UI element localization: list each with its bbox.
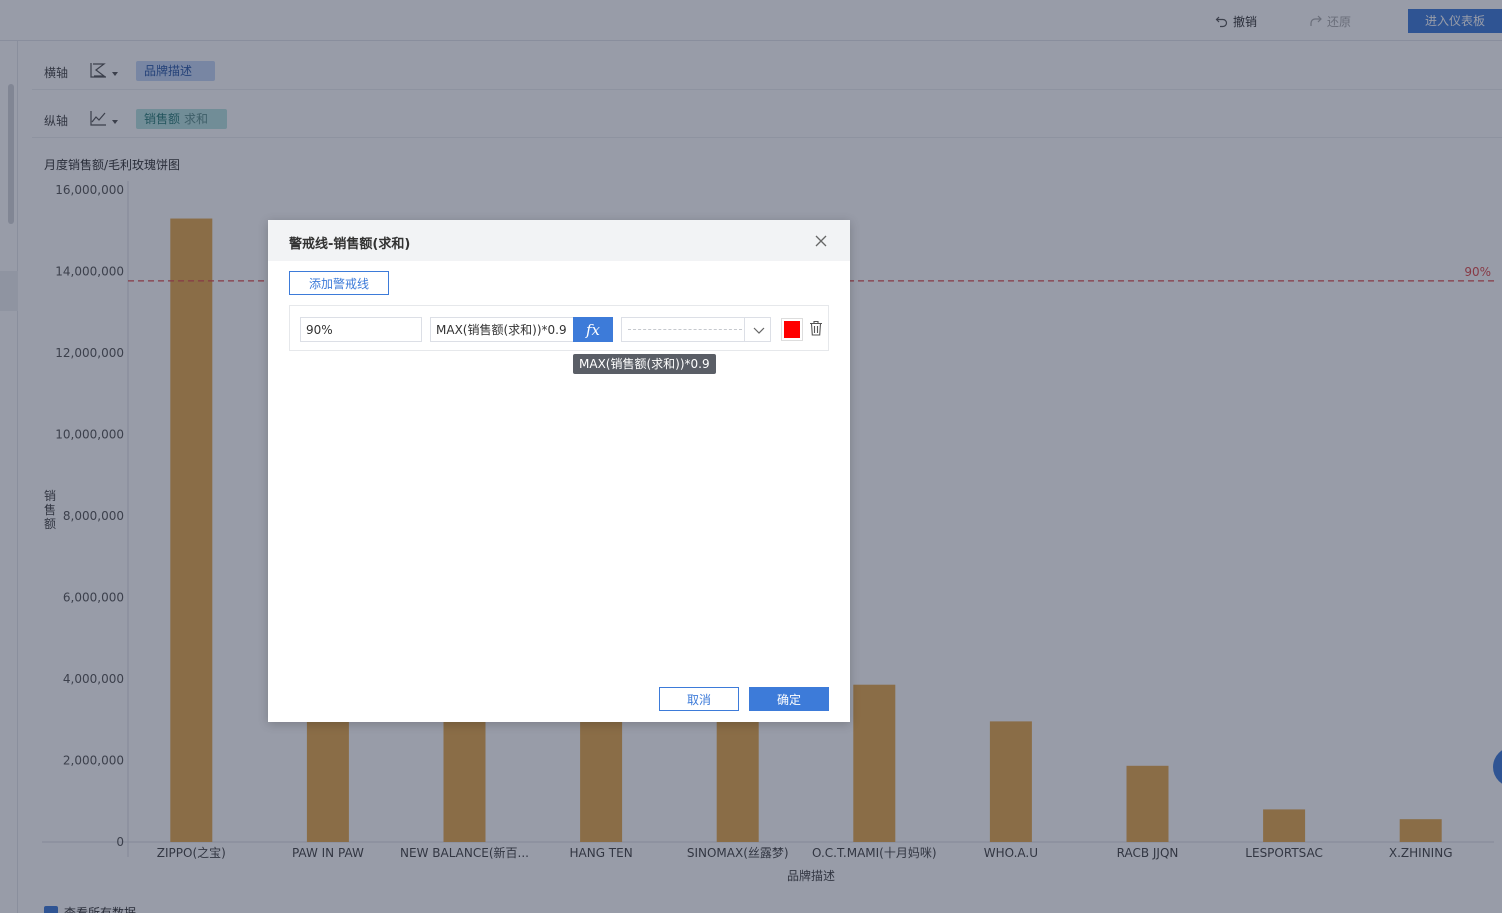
alert-line-name-input[interactable] <box>300 317 422 342</box>
alert-line-formula-input[interactable] <box>430 317 573 342</box>
trash-icon[interactable] <box>809 320 823 336</box>
cancel-button[interactable]: 取消 <box>659 687 739 711</box>
confirm-button[interactable]: 确定 <box>749 687 829 711</box>
dialog-header: 警戒线-销售额(求和) <box>268 220 850 261</box>
add-alert-line-button[interactable]: 添加警戒线 <box>289 271 389 295</box>
color-swatch-fill <box>784 321 800 338</box>
alert-line-dialog: 警戒线-销售额(求和) 添加警戒线 fx MAX(销售额(求和))*0.9 取消… <box>268 220 850 722</box>
line-color-picker[interactable] <box>781 318 803 341</box>
formula-tooltip: MAX(销售额(求和))*0.9 <box>573 354 716 374</box>
formula-editor-button[interactable]: fx <box>573 317 613 342</box>
select-divider <box>744 318 745 341</box>
line-style-select[interactable] <box>621 317 771 342</box>
dialog-title: 警戒线-销售额(求和) <box>289 237 411 252</box>
alert-line-row: fx <box>289 305 829 351</box>
chevron-down-icon[interactable] <box>752 323 766 337</box>
dashed-line-preview <box>628 329 742 330</box>
close-icon[interactable] <box>813 233 829 249</box>
